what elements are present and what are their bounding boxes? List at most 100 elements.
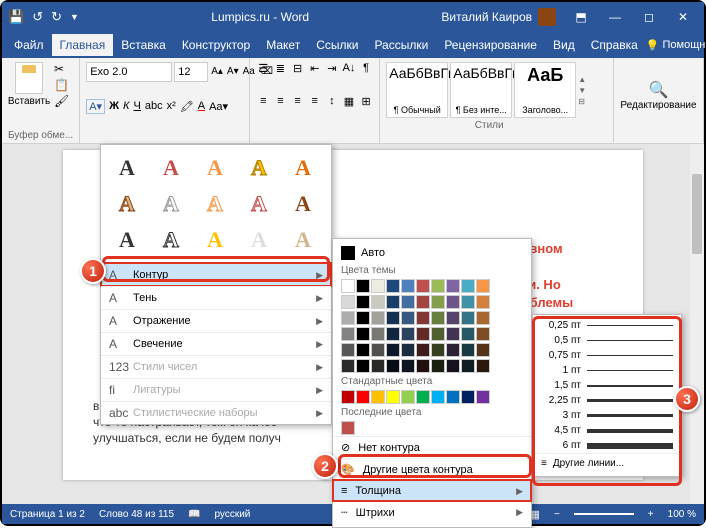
color-swatch[interactable] bbox=[386, 359, 400, 373]
text-preset[interactable]: A bbox=[151, 187, 191, 221]
word-count[interactable]: Слово 48 из 115 bbox=[99, 509, 174, 520]
color-swatch[interactable] bbox=[431, 295, 445, 309]
color-swatch[interactable] bbox=[461, 343, 475, 357]
cut-icon[interactable]: ✂ bbox=[54, 62, 69, 76]
color-swatch[interactable] bbox=[476, 295, 490, 309]
text-preset[interactable]: A bbox=[195, 151, 235, 185]
menu-glow[interactable]: A Свечение ▶ bbox=[101, 332, 331, 355]
indent-right-icon[interactable]: ⇥ bbox=[325, 62, 339, 75]
color-swatch[interactable] bbox=[476, 279, 490, 293]
text-preset[interactable]: A bbox=[239, 187, 279, 221]
color-swatch[interactable] bbox=[386, 390, 400, 404]
color-swatch[interactable] bbox=[416, 343, 430, 357]
weight-option[interactable]: 4,5 пт bbox=[533, 423, 681, 438]
tab-insert[interactable]: Вставка bbox=[113, 34, 174, 56]
style-heading[interactable]: АаБ Заголово... bbox=[514, 62, 576, 118]
no-outline[interactable]: ⊘ Нет контура bbox=[333, 436, 531, 458]
paste-button[interactable]: Вставить bbox=[8, 62, 50, 108]
minimize-icon[interactable]: — bbox=[600, 10, 630, 24]
scrollbar-thumb[interactable] bbox=[692, 174, 702, 254]
color-swatch[interactable] bbox=[401, 359, 415, 373]
zoom-out-icon[interactable]: − bbox=[554, 509, 560, 520]
color-swatch[interactable] bbox=[371, 327, 385, 341]
color-swatch[interactable] bbox=[371, 279, 385, 293]
borders-icon[interactable]: ⊞ bbox=[359, 95, 373, 108]
shrink-font-icon[interactable]: A▾ bbox=[226, 62, 240, 82]
color-swatch[interactable] bbox=[416, 359, 430, 373]
font-color-icon[interactable]: A bbox=[198, 100, 205, 112]
color-swatch[interactable] bbox=[461, 311, 475, 325]
undo-icon[interactable]: ↺ bbox=[32, 9, 43, 25]
editing-label[interactable]: Редактирование bbox=[620, 100, 696, 111]
color-swatch[interactable] bbox=[371, 390, 385, 404]
color-swatch[interactable] bbox=[341, 359, 355, 373]
show-marks-icon[interactable]: ¶ bbox=[359, 62, 373, 75]
color-swatch[interactable] bbox=[461, 279, 475, 293]
bullets-icon[interactable]: ☰ bbox=[256, 62, 270, 75]
color-swatch[interactable] bbox=[386, 295, 400, 309]
color-swatch[interactable] bbox=[341, 279, 355, 293]
font-name-input[interactable] bbox=[86, 62, 172, 82]
bold-icon[interactable]: Ж bbox=[109, 100, 119, 112]
color-swatch[interactable] bbox=[356, 279, 370, 293]
more-font-icon[interactable]: Aa▾ bbox=[209, 100, 228, 113]
sort-icon[interactable]: A↓ bbox=[342, 62, 356, 75]
more-lines[interactable]: ≡ Другие линии... bbox=[533, 453, 681, 473]
text-preset[interactable]: A bbox=[283, 187, 323, 221]
styles-down-icon[interactable]: ▼ bbox=[578, 86, 592, 95]
numbering-icon[interactable]: ≣ bbox=[273, 62, 287, 75]
color-swatch[interactable] bbox=[431, 327, 445, 341]
color-swatch[interactable] bbox=[476, 311, 490, 325]
text-effects-button[interactable]: A▾ bbox=[86, 99, 105, 114]
styles-more-icon[interactable]: ⊟ bbox=[578, 97, 592, 106]
color-swatch[interactable] bbox=[341, 311, 355, 325]
auto-color[interactable]: Авто bbox=[333, 243, 531, 263]
color-swatch[interactable] bbox=[446, 390, 460, 404]
weight-option[interactable]: 1,5 пт bbox=[533, 378, 681, 393]
more-colors[interactable]: 🎨 Другие цвета контура bbox=[333, 458, 531, 480]
color-swatch[interactable] bbox=[386, 327, 400, 341]
color-swatch[interactable] bbox=[416, 327, 430, 341]
maximize-icon[interactable]: ◻ bbox=[634, 10, 664, 24]
weight-option[interactable]: 0,25 пт bbox=[533, 318, 681, 333]
color-swatch[interactable] bbox=[446, 311, 460, 325]
color-swatch[interactable] bbox=[476, 327, 490, 341]
color-swatch[interactable] bbox=[461, 295, 475, 309]
indent-left-icon[interactable]: ⇤ bbox=[308, 62, 322, 75]
color-swatch[interactable] bbox=[386, 279, 400, 293]
text-preset[interactable]: A bbox=[283, 151, 323, 185]
color-swatch[interactable] bbox=[386, 311, 400, 325]
close-icon[interactable]: ✕ bbox=[668, 10, 698, 24]
strike-icon[interactable]: abc bbox=[145, 100, 163, 112]
color-swatch[interactable] bbox=[371, 311, 385, 325]
tab-mailings[interactable]: Рассылки bbox=[366, 34, 436, 56]
text-preset[interactable]: A bbox=[151, 151, 191, 185]
color-swatch[interactable] bbox=[401, 279, 415, 293]
color-swatch[interactable] bbox=[476, 359, 490, 373]
scrollbar-vertical[interactable] bbox=[690, 144, 704, 504]
align-left-icon[interactable]: ≡ bbox=[256, 95, 270, 108]
menu-outline[interactable]: A Контур ▶ bbox=[101, 263, 331, 286]
color-swatch[interactable] bbox=[416, 390, 430, 404]
color-swatch[interactable] bbox=[476, 343, 490, 357]
dashes-item[interactable]: ┄ Штрихи ▶ bbox=[333, 501, 531, 523]
color-swatch[interactable] bbox=[371, 343, 385, 357]
text-preset[interactable]: A bbox=[107, 187, 147, 221]
zoom-level[interactable]: 100 % bbox=[668, 509, 696, 520]
tab-design[interactable]: Конструктор bbox=[174, 34, 258, 56]
color-swatch[interactable] bbox=[356, 311, 370, 325]
tab-references[interactable]: Ссылки bbox=[308, 34, 366, 56]
style-no-spacing[interactable]: АаБбВвГг, ¶ Без инте... bbox=[450, 62, 512, 118]
tab-review[interactable]: Рецензирование bbox=[436, 34, 545, 56]
text-preset[interactable]: A bbox=[195, 223, 235, 257]
color-swatch[interactable] bbox=[416, 311, 430, 325]
weight-option[interactable]: 6 пт bbox=[533, 438, 681, 453]
style-normal[interactable]: АаБбВвГг, ¶ Обычный bbox=[386, 62, 448, 118]
color-swatch[interactable] bbox=[401, 390, 415, 404]
color-swatch[interactable] bbox=[416, 279, 430, 293]
color-swatch[interactable] bbox=[431, 279, 445, 293]
tab-view[interactable]: Вид bbox=[545, 34, 583, 56]
color-swatch[interactable] bbox=[461, 327, 475, 341]
color-swatch[interactable] bbox=[371, 359, 385, 373]
color-swatch[interactable] bbox=[356, 390, 370, 404]
